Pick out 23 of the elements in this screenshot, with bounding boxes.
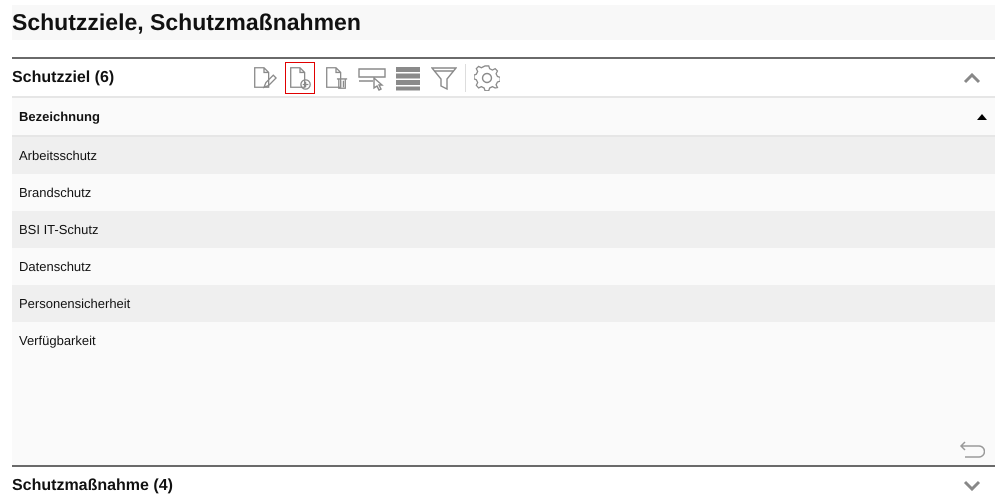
- table-row[interactable]: BSI IT-Schutz: [12, 211, 995, 248]
- document-pencil-icon: [251, 64, 277, 90]
- table-cell: Personensicherheit: [19, 296, 130, 311]
- table-row[interactable]: Personensicherheit: [12, 285, 995, 322]
- rows-icon: [395, 64, 421, 90]
- document-plus-icon: [287, 64, 313, 90]
- chevron-up-icon: [963, 72, 981, 84]
- page-title: Schutzziele, Schutzmaßnahmen: [12, 9, 361, 36]
- toolbar-button[interactable]: [285, 62, 315, 94]
- table-cell: Brandschutz: [19, 185, 92, 200]
- column-header[interactable]: Bezeichnung: [19, 109, 100, 124]
- table-cell: Verfügbarkeit: [19, 333, 96, 348]
- panel-title: Schutzmaßnahme (4): [12, 476, 174, 494]
- return-arrow-icon[interactable]: [959, 441, 985, 459]
- document-trash-icon: [323, 64, 349, 90]
- table-cell: BSI IT-Schutz: [19, 222, 98, 237]
- settings-icon: [474, 64, 500, 90]
- table-cell: Datenschutz: [19, 259, 92, 274]
- chevron-down-icon: [963, 480, 981, 492]
- table-row[interactable]: Arbeitsschutz: [12, 137, 995, 174]
- filter-icon: [431, 64, 457, 90]
- table-cell: Arbeitsschutz: [19, 148, 98, 163]
- panel-title: Schutzziel (6): [12, 68, 116, 86]
